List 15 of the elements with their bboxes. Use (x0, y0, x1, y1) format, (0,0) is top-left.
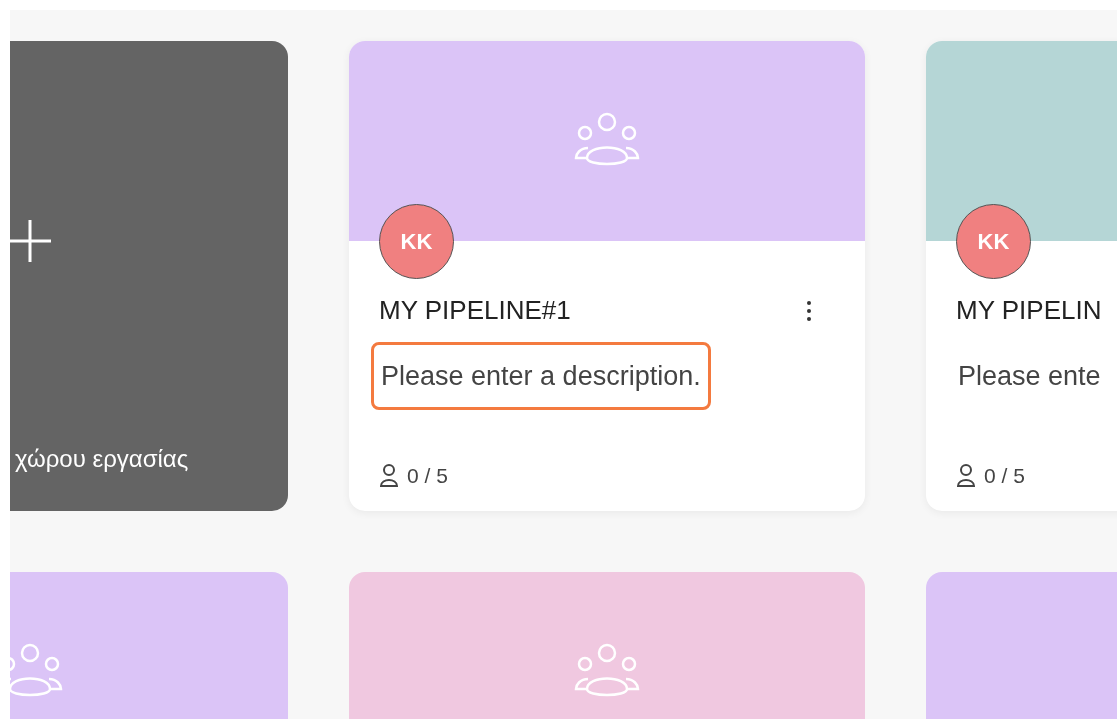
description-field[interactable]: Please ente (948, 342, 1111, 410)
person-icon (379, 463, 399, 488)
pipeline-card[interactable]: KK MY PIPELINE#1 Please enter a description. 0 / 5 (349, 41, 865, 511)
pipeline-title: MY PIPELINE#1 (379, 294, 571, 327)
more-options-icon[interactable] (805, 299, 813, 323)
description-field[interactable]: Please enter a description. (371, 342, 711, 410)
person-icon (956, 463, 976, 488)
member-count: 0 / 5 (407, 463, 448, 489)
pipeline-title: MY PIPELIN (956, 294, 1102, 327)
pipeline-card-header[interactable] (349, 572, 865, 719)
create-workspace-label: χώρου εργασίας (14, 444, 190, 474)
create-workspace-card[interactable]: χώρου εργασίας (10, 41, 288, 511)
plus-icon (10, 218, 53, 264)
member-count: 0 / 5 (984, 463, 1025, 489)
pipeline-card[interactable]: KK MY PIPELIN Please ente 0 / 5 (926, 41, 1117, 511)
